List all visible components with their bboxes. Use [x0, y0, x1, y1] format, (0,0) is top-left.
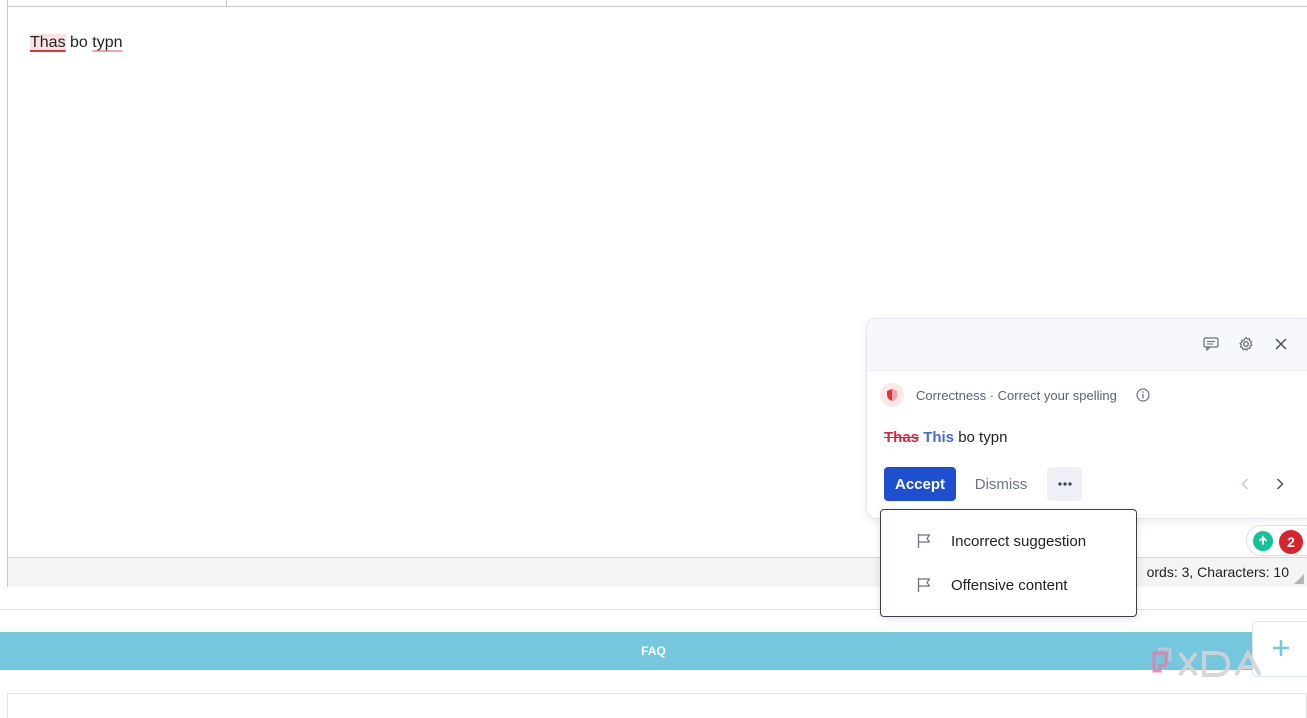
menu-item-offensive-content[interactable]: Offensive content	[881, 565, 1136, 605]
menu-item-label: Offensive content	[951, 576, 1068, 594]
more-options-button[interactable]	[1047, 467, 1082, 501]
editor-toolbar-edge	[8, 0, 1307, 7]
editor-content[interactable]: Thas bo typn	[30, 34, 123, 52]
feedback-icon[interactable]	[1201, 334, 1221, 354]
menu-item-label: Incorrect suggestion	[951, 532, 1087, 550]
more-icon	[1057, 482, 1072, 486]
info-icon[interactable]	[1135, 387, 1151, 403]
original-word: Thas	[884, 429, 920, 446]
misspelled-word[interactable]: Thas	[30, 34, 66, 51]
card-header	[867, 319, 1307, 371]
issue-count-badge[interactable]: 2	[1279, 530, 1303, 554]
close-icon[interactable]	[1271, 334, 1291, 354]
correctness-icon	[880, 383, 904, 407]
editor-word: bo	[70, 34, 88, 51]
settings-icon[interactable]	[1236, 334, 1256, 354]
suggestion-preview: Thas This bo typn	[884, 429, 1007, 446]
category-label: Correctness · Correct your spelling	[916, 387, 1117, 403]
xda-logo-icon	[1152, 647, 1262, 677]
word-count: ords: 3, Characters: 10	[1146, 564, 1289, 580]
flag-icon	[917, 577, 933, 593]
flag-icon	[917, 533, 933, 549]
grammarly-widget[interactable]: 2	[1246, 525, 1307, 556]
dismiss-button[interactable]: Dismiss	[967, 467, 1035, 501]
faq-label: FAQ	[641, 644, 666, 658]
menu-item-incorrect-suggestion[interactable]: Incorrect suggestion	[881, 521, 1136, 561]
suggestion-card: Correctness · Correct your spelling Thas…	[866, 318, 1307, 519]
more-options-menu: Incorrect suggestion Offensive content	[880, 509, 1137, 617]
faq-bar[interactable]: FAQ	[0, 632, 1307, 670]
category-row: Correctness · Correct your spelling	[880, 383, 1151, 407]
suggestion-context: bo typn	[958, 429, 1008, 446]
chevron-right-icon[interactable]	[1272, 476, 1288, 492]
grammarly-logo-icon[interactable]	[1253, 531, 1273, 551]
chevron-left-icon[interactable]	[1237, 476, 1253, 492]
resize-grip-icon[interactable]	[1294, 574, 1304, 584]
misspelled-word[interactable]: typn	[92, 34, 122, 51]
replacement-word[interactable]: This	[923, 429, 954, 446]
bottom-panel	[7, 693, 1307, 718]
toolbar-divider	[226, 0, 227, 7]
accept-button[interactable]: Accept	[884, 467, 956, 501]
